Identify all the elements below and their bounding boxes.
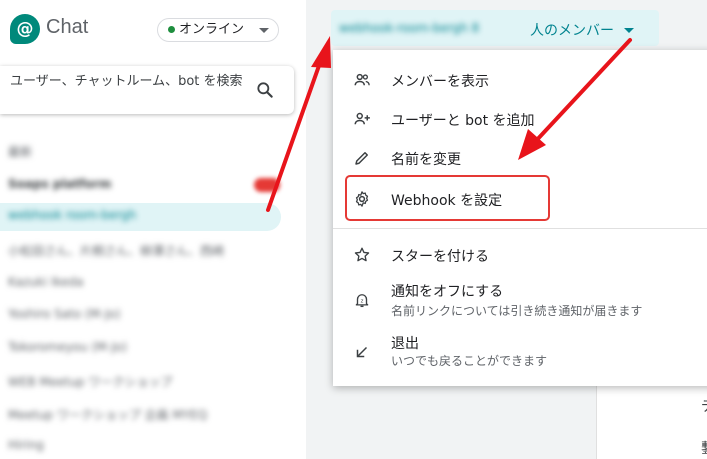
unread-badge: 12	[254, 178, 280, 192]
menu-item-label: ユーザーと bot を追加	[391, 113, 535, 129]
room-list-item[interactable]: Soaps platform	[8, 177, 111, 191]
status-label: オンライン	[179, 22, 245, 37]
svg-text:z: z	[361, 299, 364, 305]
menu-item-label: 名前を変更	[391, 152, 461, 168]
members-label: 人のメンバー	[530, 23, 614, 39]
pencil-icon	[355, 152, 368, 165]
room-list-item-selected[interactable]: webhook room-bergh	[8, 208, 136, 222]
room-list-item[interactable]: Tokoromeyou (M-Jo)	[8, 340, 127, 354]
room-name: webhook-room-bergh 8	[339, 21, 480, 35]
menu-divider	[333, 228, 707, 229]
exit-icon	[356, 346, 368, 358]
search-box[interactable]: ユーザー、チャットルーム、bot を検索	[0, 66, 294, 114]
menu-item-sublabel: 名前リンクについては引き続き通知が届きます	[391, 304, 643, 318]
star-icon	[354, 247, 370, 262]
room-list-item[interactable]: Kazuki Ikeda	[8, 275, 83, 289]
status-dropdown[interactable]: オンライン	[157, 18, 279, 42]
menu-item-view-members[interactable]: メンバーを表示	[333, 61, 707, 99]
menu-item-label: 通知をオフにする	[391, 284, 504, 300]
menu-item-add-user-bot[interactable]: ユーザーと bot を追加	[333, 100, 707, 138]
room-list-item[interactable]: 小松田さん、片桐さん、柳澤さん、西崎	[8, 242, 224, 259]
menu-item-leave[interactable]: 退出 いつでも戻ることができます	[333, 328, 707, 376]
chevron-down-icon	[259, 28, 269, 33]
left-panel: @ Chat オンライン ユーザー、チャットルーム、bot を検索 最新 12 …	[0, 0, 306, 459]
menu-item-notify-off[interactable]: z 通知をオフにする 名前リンクについては引き続き通知が届きます	[333, 276, 707, 324]
menu-item-sublabel: いつでも戻ることができます	[391, 354, 548, 368]
menu-item-label: メンバーを表示	[391, 74, 489, 90]
menu-item-star[interactable]: スターを付ける	[333, 236, 707, 274]
message-fragment: デ	[701, 396, 707, 416]
message-fragment: 鏨	[701, 438, 707, 458]
webhook-highlight-box	[345, 175, 550, 221]
chat-logo-icon: @	[10, 14, 40, 44]
room-list-item[interactable]: Hiring	[8, 438, 44, 452]
search-icon[interactable]	[255, 80, 275, 100]
person-add-icon	[354, 112, 370, 125]
section-label-recent: 最新	[8, 145, 33, 159]
people-icon	[354, 73, 370, 86]
menu-item-rename[interactable]: 名前を変更	[333, 139, 707, 177]
room-list-item[interactable]: Meetup ワークショップ 企画 MYEQ	[8, 406, 207, 423]
chevron-down-icon	[624, 28, 634, 33]
room-header-button[interactable]: webhook-room-bergh 8 人のメンバー	[331, 10, 659, 46]
menu-item-label: 退出	[391, 336, 419, 352]
bell-off-icon: z	[355, 294, 369, 308]
online-dot-icon	[168, 26, 175, 33]
app-title: Chat	[46, 16, 89, 38]
room-list-item[interactable]: WEB Meetup ワークショップ	[8, 373, 172, 390]
menu-item-label: スターを付ける	[391, 249, 489, 265]
room-list-item[interactable]: Yoshiro Sato (M-Jo)	[8, 307, 121, 321]
search-input[interactable]: ユーザー、チャットルーム、bot を検索	[10, 73, 250, 90]
